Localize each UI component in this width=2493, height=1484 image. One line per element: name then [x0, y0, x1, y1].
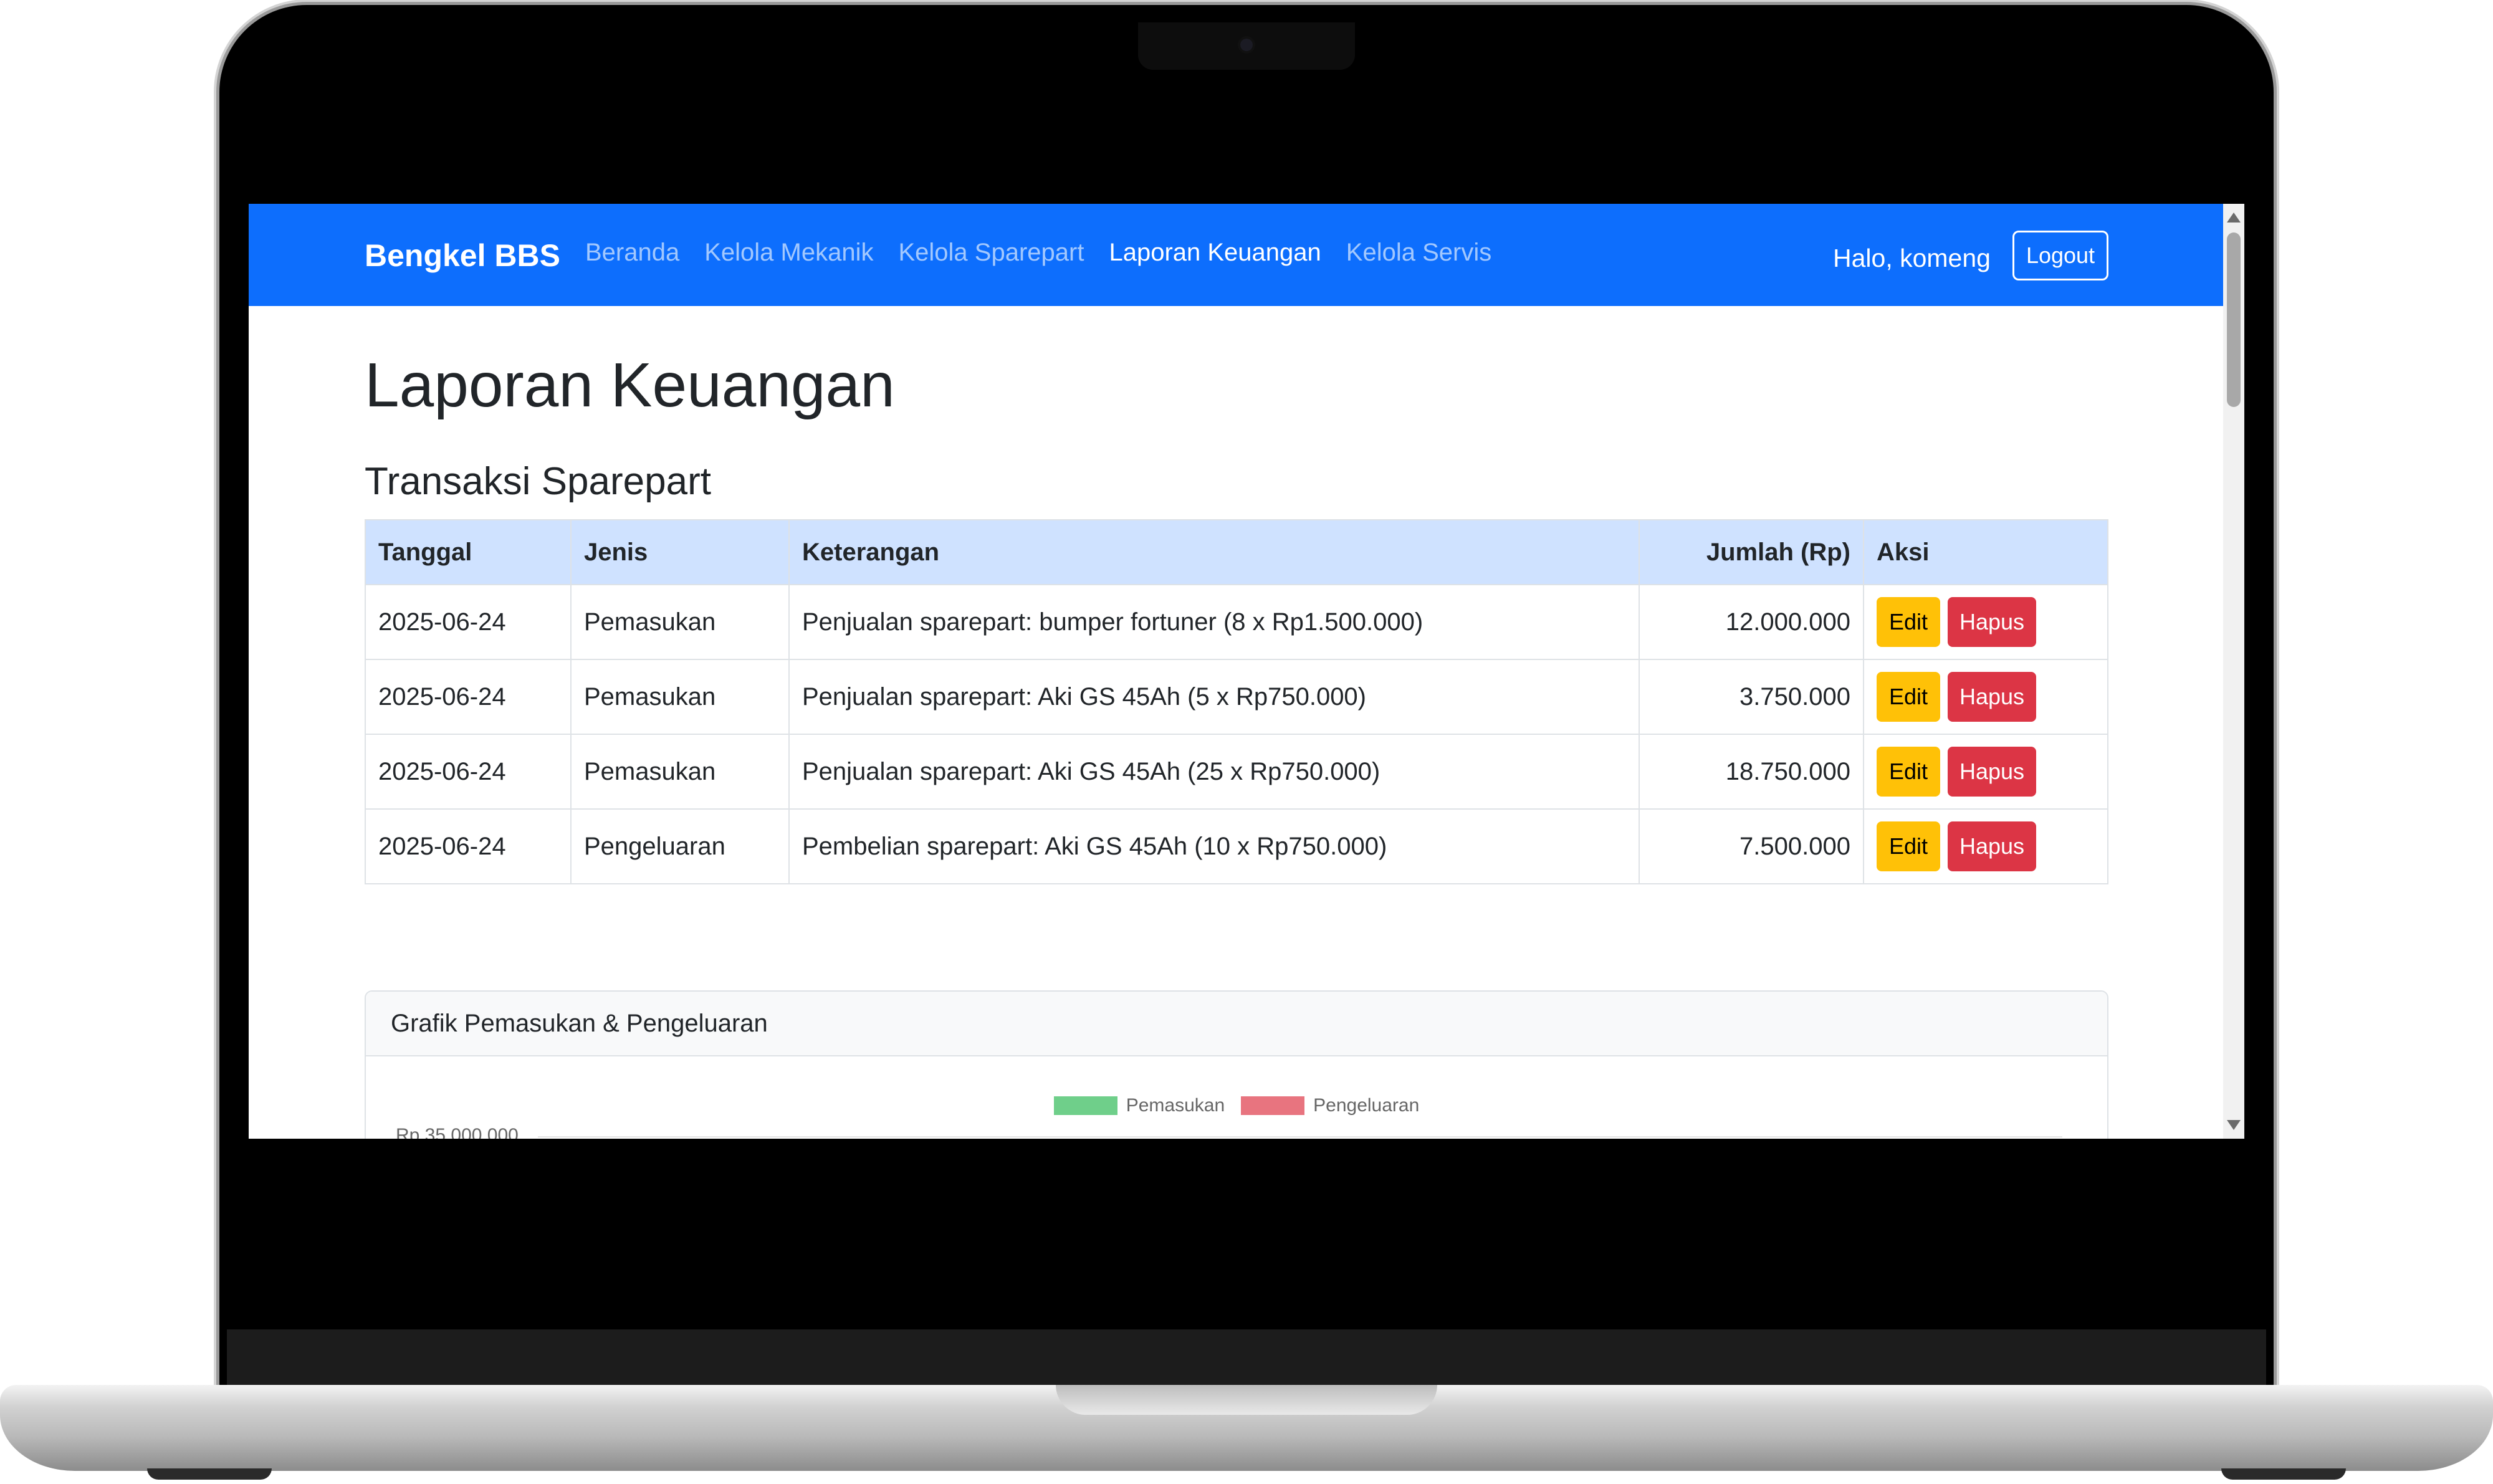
laptop-opening-notch — [1056, 1385, 1437, 1415]
column-header-keterangan: Keterangan — [788, 519, 1640, 585]
nav-link-kelola-sparepart[interactable]: Kelola Sparepart — [898, 239, 1084, 267]
laptop-foot-left — [147, 1468, 272, 1480]
cell-jumlah: 12.000.000 — [1639, 584, 1864, 660]
scroll-up-arrow-icon[interactable] — [2227, 213, 2241, 223]
browser-viewport: Bengkel BBS Beranda Kelola Mekanik Kelol… — [249, 204, 2244, 1139]
y-axis-tick-label: Rp 35.000.000 — [396, 1125, 519, 1139]
page-scrollbar[interactable] — [2223, 204, 2244, 1139]
chart-card: Grafik Pemasukan & Pengeluaran Pemasukan… — [365, 990, 2108, 1139]
table-row: 2025-06-24 Pemasukan Penjualan sparepart… — [365, 584, 2108, 660]
legend-label-pengeluaran: Pengeluaran — [1313, 1095, 1420, 1116]
legend-item-pemasukan[interactable]: Pemasukan — [1053, 1095, 1225, 1116]
table-row: 2025-06-24 Pemasukan Penjualan sparepart… — [365, 734, 2108, 810]
delete-button[interactable]: Hapus — [1948, 821, 2036, 871]
cell-jenis: Pengeluaran — [570, 808, 790, 884]
cell-keterangan: Penjualan sparepart: Aki GS 45Ah (25 x R… — [788, 734, 1640, 810]
scroll-down-arrow-icon[interactable] — [2227, 1120, 2241, 1130]
nav-link-laporan-keuangan[interactable]: Laporan Keuangan — [1109, 239, 1321, 267]
table-row: 2025-06-24 Pengeluaran Pembelian sparepa… — [365, 808, 2108, 884]
cell-keterangan: Penjualan sparepart: bumper fortuner (8 … — [788, 584, 1640, 660]
cell-tanggal: 2025-06-24 — [365, 808, 572, 884]
column-header-tanggal: Tanggal — [365, 519, 572, 585]
legend-swatch-pemasukan — [1053, 1096, 1117, 1115]
delete-button[interactable]: Hapus — [1948, 747, 2036, 797]
cell-aksi: Edit Hapus — [1863, 808, 2108, 884]
edit-button[interactable]: Edit — [1877, 672, 1940, 722]
delete-button[interactable]: Hapus — [1948, 597, 2036, 647]
cell-tanggal: 2025-06-24 — [365, 734, 572, 810]
legend-label-pemasukan: Pemasukan — [1126, 1095, 1225, 1116]
cell-tanggal: 2025-06-24 — [365, 659, 572, 735]
delete-button[interactable]: Hapus — [1948, 672, 2036, 722]
cell-jumlah: 18.750.000 — [1639, 734, 1864, 810]
laptop-foot-right — [2221, 1468, 2346, 1480]
section-title: Transaksi Sparepart — [365, 460, 711, 503]
column-header-jenis: Jenis — [570, 519, 790, 585]
transactions-table: Tanggal Jenis Keterangan Jumlah (Rp) Aks… — [365, 519, 2108, 884]
cell-keterangan: Pembelian sparepart: Aki GS 45Ah (10 x R… — [788, 808, 1640, 884]
table-row: 2025-06-24 Pemasukan Penjualan sparepart… — [365, 659, 2108, 735]
nav-link-beranda[interactable]: Beranda — [585, 239, 679, 267]
page-title: Laporan Keuangan — [365, 350, 895, 420]
navbar: Bengkel BBS Beranda Kelola Mekanik Kelol… — [249, 204, 2223, 306]
table-header-row: Tanggal Jenis Keterangan Jumlah (Rp) Aks… — [365, 519, 2108, 585]
legend-swatch-pengeluaran — [1241, 1096, 1305, 1115]
chart-card-header: Grafik Pemasukan & Pengeluaran — [366, 992, 2107, 1056]
scrollbar-thumb[interactable] — [2227, 232, 2241, 407]
cell-aksi: Edit Hapus — [1863, 584, 2108, 660]
cell-aksi: Edit Hapus — [1863, 734, 2108, 810]
edit-button[interactable]: Edit — [1877, 747, 1940, 797]
edit-button[interactable]: Edit — [1877, 821, 1940, 871]
chart-grid-line — [538, 1136, 2062, 1137]
column-header-aksi: Aksi — [1863, 519, 2108, 585]
cell-jumlah: 7.500.000 — [1639, 808, 1864, 884]
legend-item-pengeluaran[interactable]: Pengeluaran — [1241, 1095, 1419, 1116]
camera-icon — [1240, 39, 1253, 51]
cell-jumlah: 3.750.000 — [1639, 659, 1864, 735]
user-greeting: Halo, komeng — [1833, 244, 1991, 272]
chart-legend: Pemasukan Pengeluaran — [366, 1095, 2107, 1116]
cell-jenis: Pemasukan — [570, 584, 790, 660]
cell-jenis: Pemasukan — [570, 734, 790, 810]
edit-button[interactable]: Edit — [1877, 597, 1940, 647]
nav-link-kelola-mekanik[interactable]: Kelola Mekanik — [704, 239, 873, 267]
cell-tanggal: 2025-06-24 — [365, 584, 572, 660]
nav-link-kelola-servis[interactable]: Kelola Servis — [1346, 239, 1491, 267]
column-header-jumlah: Jumlah (Rp) — [1639, 519, 1864, 585]
logout-button[interactable]: Logout — [2012, 231, 2108, 280]
nav-links: Beranda Kelola Mekanik Kelola Sparepart … — [585, 239, 1491, 267]
cell-keterangan: Penjualan sparepart: Aki GS 45Ah (5 x Rp… — [788, 659, 1640, 735]
cell-aksi: Edit Hapus — [1863, 659, 2108, 735]
cell-jenis: Pemasukan — [570, 659, 790, 735]
navbar-brand[interactable]: Bengkel BBS — [365, 237, 560, 274]
